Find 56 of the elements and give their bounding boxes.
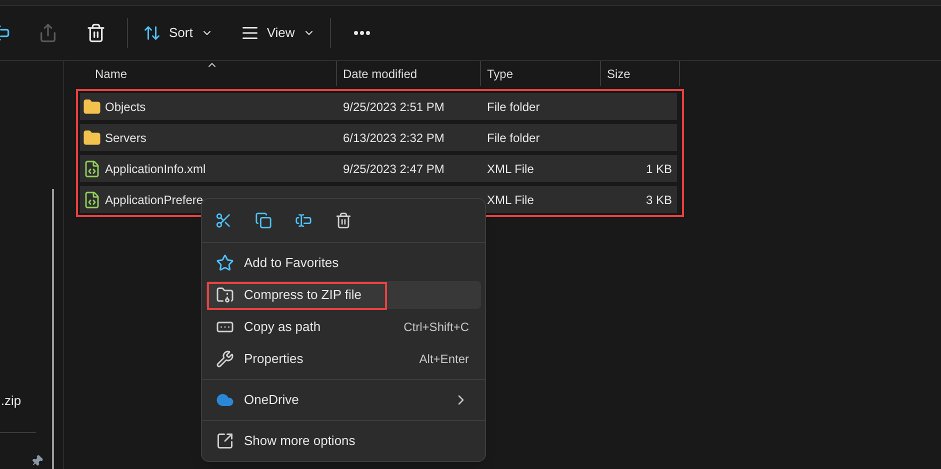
menu-item[interactable]: Properties Alt+Enter <box>206 345 481 373</box>
menu-item-label: Show more options <box>244 432 356 450</box>
shortcut-text: Alt+Enter <box>419 351 469 368</box>
menu-item-label: Properties <box>244 350 304 368</box>
file-name: ApplicationInfo.xml <box>105 160 206 178</box>
menu-item-label: Copy as path <box>244 318 322 336</box>
rename-icon <box>294 212 312 229</box>
column-header[interactable]: Name <box>80 61 337 86</box>
menu-item[interactable]: OneDrive <box>206 386 481 414</box>
delete-icon <box>86 23 106 43</box>
sidebar-item[interactable]: l.zip <box>0 390 52 410</box>
file-row[interactable]: Objects 9/25/2023 2:51 PM File folder <box>80 93 677 120</box>
column-header[interactable]: Date modified <box>337 61 481 86</box>
file-type: XML File <box>487 160 535 178</box>
view-button[interactable]: View <box>232 15 323 51</box>
file-name: Servers <box>105 130 146 146</box>
sort-button[interactable]: Sort <box>135 15 221 51</box>
xml-file-icon <box>83 160 101 178</box>
shortcut-text: Ctrl+Shift+C <box>404 319 469 336</box>
star-icon <box>216 254 234 272</box>
menu-item-label: Compress to ZIP file <box>244 286 363 304</box>
file-name: ApplicationPrefere <box>105 192 204 208</box>
file-size: 3 KB <box>646 192 672 208</box>
share-icon <box>38 23 58 43</box>
file-name: Objects <box>105 98 146 116</box>
file-type: XML File <box>487 192 535 208</box>
zip-folder-icon <box>216 286 234 304</box>
wrench-icon <box>216 350 234 368</box>
file-type: File folder <box>487 130 541 146</box>
menu-item[interactable]: Show more options <box>206 427 481 455</box>
column-header[interactable]: Type <box>481 61 601 86</box>
scrollbar-thumb[interactable] <box>52 189 54 469</box>
expand-icon <box>216 432 234 450</box>
file-size: 1 KB <box>646 160 672 178</box>
cloud-icon <box>216 391 234 409</box>
date-modified: 6/13/2023 2:32 PM <box>343 130 444 144</box>
date-modified: 9/25/2023 2:47 PM <box>343 162 444 176</box>
more-icon <box>354 31 370 35</box>
copy-icon <box>254 212 272 229</box>
menu-item[interactable]: Compress to ZIP file <box>206 281 481 309</box>
folder-icon <box>83 128 101 146</box>
menu-item[interactable]: Add to Favorites <box>206 249 481 277</box>
menu-item[interactable]: Copy as path Ctrl+Shift+C <box>206 313 481 341</box>
file-row[interactable]: Servers 6/13/2023 2:32 PM File folder <box>80 124 677 151</box>
file-type: File folder <box>487 98 541 116</box>
sort-icon <box>143 24 161 42</box>
cut-icon <box>214 212 232 229</box>
menu-item-label: Add to Favorites <box>244 254 340 272</box>
file-row[interactable]: ApplicationInfo.xml 9/25/2023 2:47 PM XML File 1 KB <box>80 155 677 182</box>
date-modified: 9/25/2023 2:51 PM <box>343 100 444 114</box>
delete-icon <box>334 212 352 229</box>
folder-icon <box>83 98 101 116</box>
xml-file-icon <box>83 190 101 208</box>
view-icon <box>240 24 259 42</box>
column-header[interactable]: Size <box>601 61 680 86</box>
menu-item-label: OneDrive <box>244 391 300 410</box>
